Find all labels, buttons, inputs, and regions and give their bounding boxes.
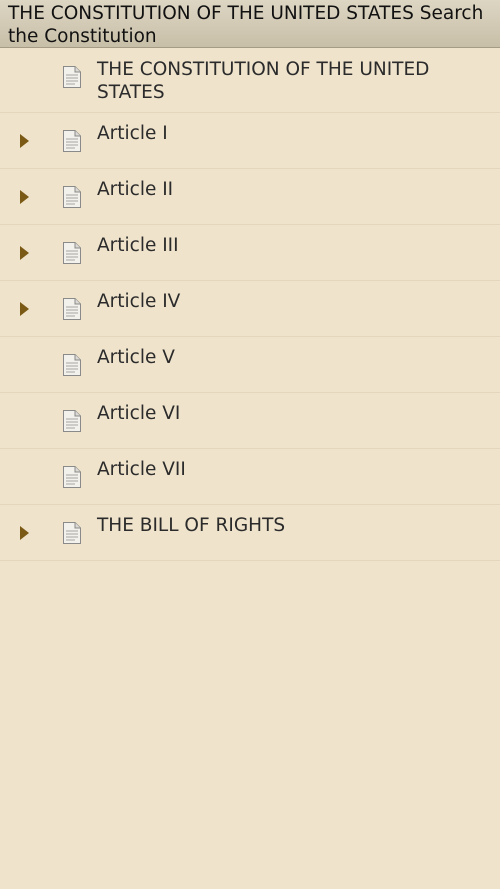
contents-list: THE CONSTITUTION OF THE UNITED STATES Ar… — [0, 49, 500, 561]
document-icon — [63, 522, 81, 544]
list-item-article-vii[interactable]: Article VII — [0, 449, 500, 505]
list-item-article-ii[interactable]: Article II — [0, 169, 500, 225]
list-item-constitution[interactable]: THE CONSTITUTION OF THE UNITED STATES — [0, 49, 500, 113]
triangle-right-icon[interactable] — [19, 301, 31, 317]
triangle-right-icon[interactable] — [19, 189, 31, 205]
list-item-article-iii[interactable]: Article III — [0, 225, 500, 281]
document-icon — [63, 298, 81, 320]
list-item-label: Article IV — [97, 291, 181, 312]
list-item-article-i[interactable]: Article I — [0, 113, 500, 169]
list-item-label: Article VII — [97, 459, 186, 480]
document-icon — [63, 354, 81, 376]
list-item-article-vi[interactable]: Article VI — [0, 393, 500, 449]
document-icon — [63, 466, 81, 488]
list-item-label: Article III — [97, 235, 179, 256]
app-header: THE CONSTITUTION OF THE UNITED STATES Se… — [0, 0, 500, 48]
document-icon — [63, 130, 81, 152]
document-icon — [63, 410, 81, 432]
triangle-right-icon[interactable] — [19, 525, 31, 541]
document-icon — [63, 186, 81, 208]
list-item-article-v[interactable]: Article V — [0, 337, 500, 393]
list-item-label: Article I — [97, 123, 168, 144]
list-item-label: THE BILL OF RIGHTS — [97, 515, 286, 536]
document-icon — [63, 242, 81, 264]
list-item-article-iv[interactable]: Article IV — [0, 281, 500, 337]
list-item-label: Article V — [97, 347, 175, 368]
list-item-label: Article VI — [97, 403, 181, 424]
page-title: THE CONSTITUTION OF THE UNITED STATES Se… — [8, 3, 484, 47]
triangle-right-icon[interactable] — [19, 245, 31, 261]
list-item-label: Article II — [97, 179, 174, 200]
triangle-right-icon[interactable] — [19, 133, 31, 149]
list-item-label: THE CONSTITUTION OF THE UNITED STATES — [97, 59, 430, 103]
list-item-bill-of-rights[interactable]: THE BILL OF RIGHTS — [0, 505, 500, 561]
document-icon — [63, 66, 81, 88]
